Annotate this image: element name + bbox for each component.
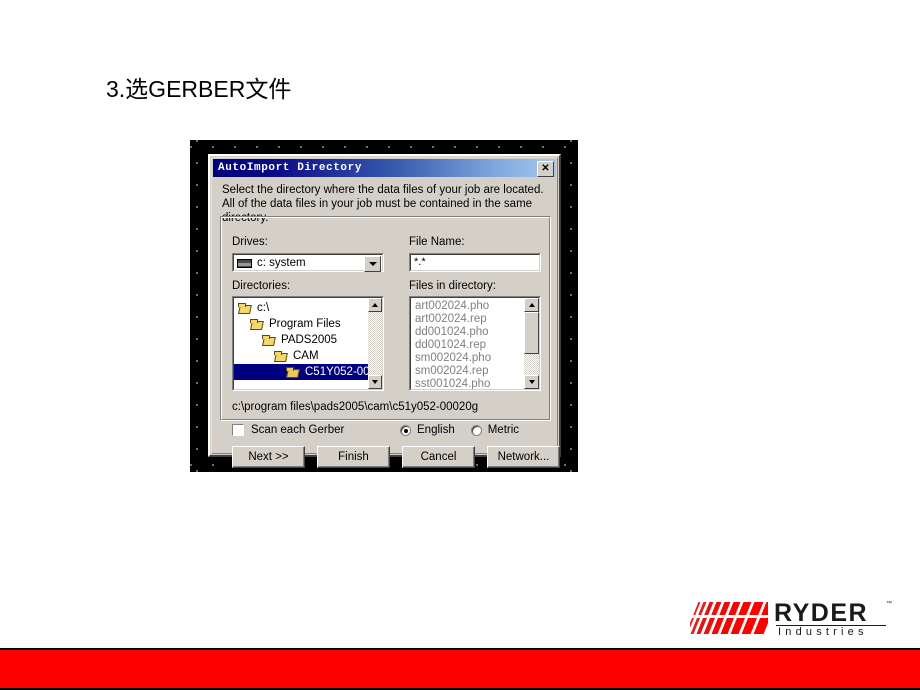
file-name-label: File Name: (409, 236, 465, 248)
logo-tagline: Industries (778, 626, 868, 638)
scroll-up-icon[interactable] (524, 298, 539, 312)
files-in-directory-label: Files in directory: (409, 280, 496, 292)
network-button[interactable]: Network... (487, 446, 560, 468)
radio-english-icon[interactable] (400, 424, 411, 436)
directories-scroll-track[interactable] (368, 312, 382, 375)
directories-list-bevel: c:\ Program Files PADS2005 CAM C51Y052-00020… (233, 297, 383, 390)
directory-item-label: c:\ (257, 302, 270, 314)
folder-icon (262, 334, 276, 346)
directory-item[interactable]: c:\ (234, 300, 368, 316)
folder-icon (238, 302, 252, 314)
files-scroll-thumb[interactable] (524, 312, 539, 354)
scroll-down-icon[interactable] (368, 375, 382, 389)
triangle-up-glyph (528, 303, 535, 307)
scan-each-gerber-label: Scan each Gerber (251, 424, 345, 436)
screenshot-frame: AutoImport Directory ✕ Select the direct… (190, 140, 578, 472)
file-list-item[interactable]: dd001024.rep (415, 339, 524, 352)
dialog-title-bar: AutoImport Directory ✕ (213, 159, 556, 177)
files-list-bevel: art002024.pho art002024.rep dd001024.pho dd… (410, 297, 540, 390)
page-title: 3.选GERBER文件 (106, 76, 292, 102)
scroll-down-icon[interactable] (524, 375, 539, 389)
drives-label: Drives: (232, 236, 268, 248)
file-name-value: *.* (414, 256, 426, 268)
logo-stripe-gap (690, 615, 768, 618)
file-list-item[interactable]: dd001024.pho (415, 326, 524, 339)
file-list-item[interactable]: sm002024.pho (415, 352, 524, 365)
directory-item[interactable]: PADS2005 (234, 332, 368, 348)
file-list-item[interactable]: art002024.pho (415, 300, 524, 313)
logo-wordmark: RYDER (774, 599, 869, 627)
directories-label: Directories: (232, 280, 291, 292)
triangle-down-glyph (372, 380, 378, 384)
scroll-up-icon[interactable] (368, 298, 382, 312)
drives-combobox[interactable]: c: system (232, 253, 384, 272)
ryder-logo: RYDER Industries ™ (690, 599, 892, 642)
footer-red-bar (0, 648, 920, 690)
radio-english-label[interactable]: English (417, 424, 455, 436)
scan-each-gerber-checkbox[interactable]: Scan each Gerber (232, 424, 344, 436)
close-icon[interactable]: ✕ (537, 161, 554, 177)
triangle-down-glyph (368, 262, 377, 266)
files-scrollbar[interactable] (524, 298, 539, 389)
directories-scrollbar[interactable] (368, 298, 382, 389)
cancel-button[interactable]: Cancel (402, 446, 475, 468)
file-name-input-bevel (410, 254, 540, 271)
directory-item-label: Program Files (269, 318, 341, 330)
directory-item[interactable]: CAM (234, 348, 368, 364)
directory-item[interactable]: C51Y052-00020G (234, 364, 382, 380)
logo-trademark: ™ (886, 601, 892, 607)
finish-button[interactable]: Finish (317, 446, 390, 468)
files-items: art002024.pho art002024.rep dd001024.pho dd… (411, 298, 524, 389)
files-list[interactable]: art002024.pho art002024.rep dd001024.pho dd… (409, 296, 541, 391)
folder-icon (250, 318, 264, 330)
selected-path-text: c:\program files\pads2005\cam\c51y052-00… (232, 401, 479, 413)
drive-icon (237, 258, 252, 268)
next-button[interactable]: Next >> (232, 446, 305, 468)
file-list-item[interactable]: art002024.rep (415, 313, 524, 326)
logo-stripes-icon (690, 602, 768, 634)
directory-item-label: PADS2005 (281, 334, 338, 346)
folder-icon (274, 350, 288, 362)
checkbox-icon[interactable] (232, 424, 244, 436)
dialog-title: AutoImport Directory (218, 162, 363, 174)
drives-selected-value-wrap: c: system (237, 257, 306, 269)
dialog-button-row: Next >> Finish Cancel Network... (232, 446, 560, 468)
file-list-item[interactable]: sm002024.rep (415, 365, 524, 378)
triangle-down-glyph (528, 380, 535, 384)
files-scroll-track[interactable] (524, 312, 539, 375)
file-name-input[interactable]: *.* (409, 253, 541, 272)
autoimport-directory-dialog: AutoImport Directory ✕ Select the direct… (208, 154, 561, 468)
drives-selected-value: c: system (257, 257, 306, 269)
radio-metric-label[interactable]: Metric (488, 424, 519, 436)
directories-list[interactable]: c:\ Program Files PADS2005 CAM C51Y052-00020… (232, 296, 384, 391)
folder-icon (286, 366, 300, 378)
directories-items: c:\ Program Files PADS2005 CAM C51Y052-00020… (234, 298, 382, 389)
description-line-1: Select the directory where the data file… (222, 184, 544, 196)
units-radio-group[interactable]: English Metric (400, 424, 529, 436)
directory-item[interactable]: Program Files (234, 316, 368, 332)
chevron-down-icon[interactable] (364, 256, 381, 272)
directory-item-label: CAM (293, 350, 319, 362)
triangle-up-glyph (372, 303, 378, 307)
file-list-item[interactable]: sst001024.pho (415, 378, 524, 389)
radio-metric-icon[interactable] (470, 424, 482, 436)
